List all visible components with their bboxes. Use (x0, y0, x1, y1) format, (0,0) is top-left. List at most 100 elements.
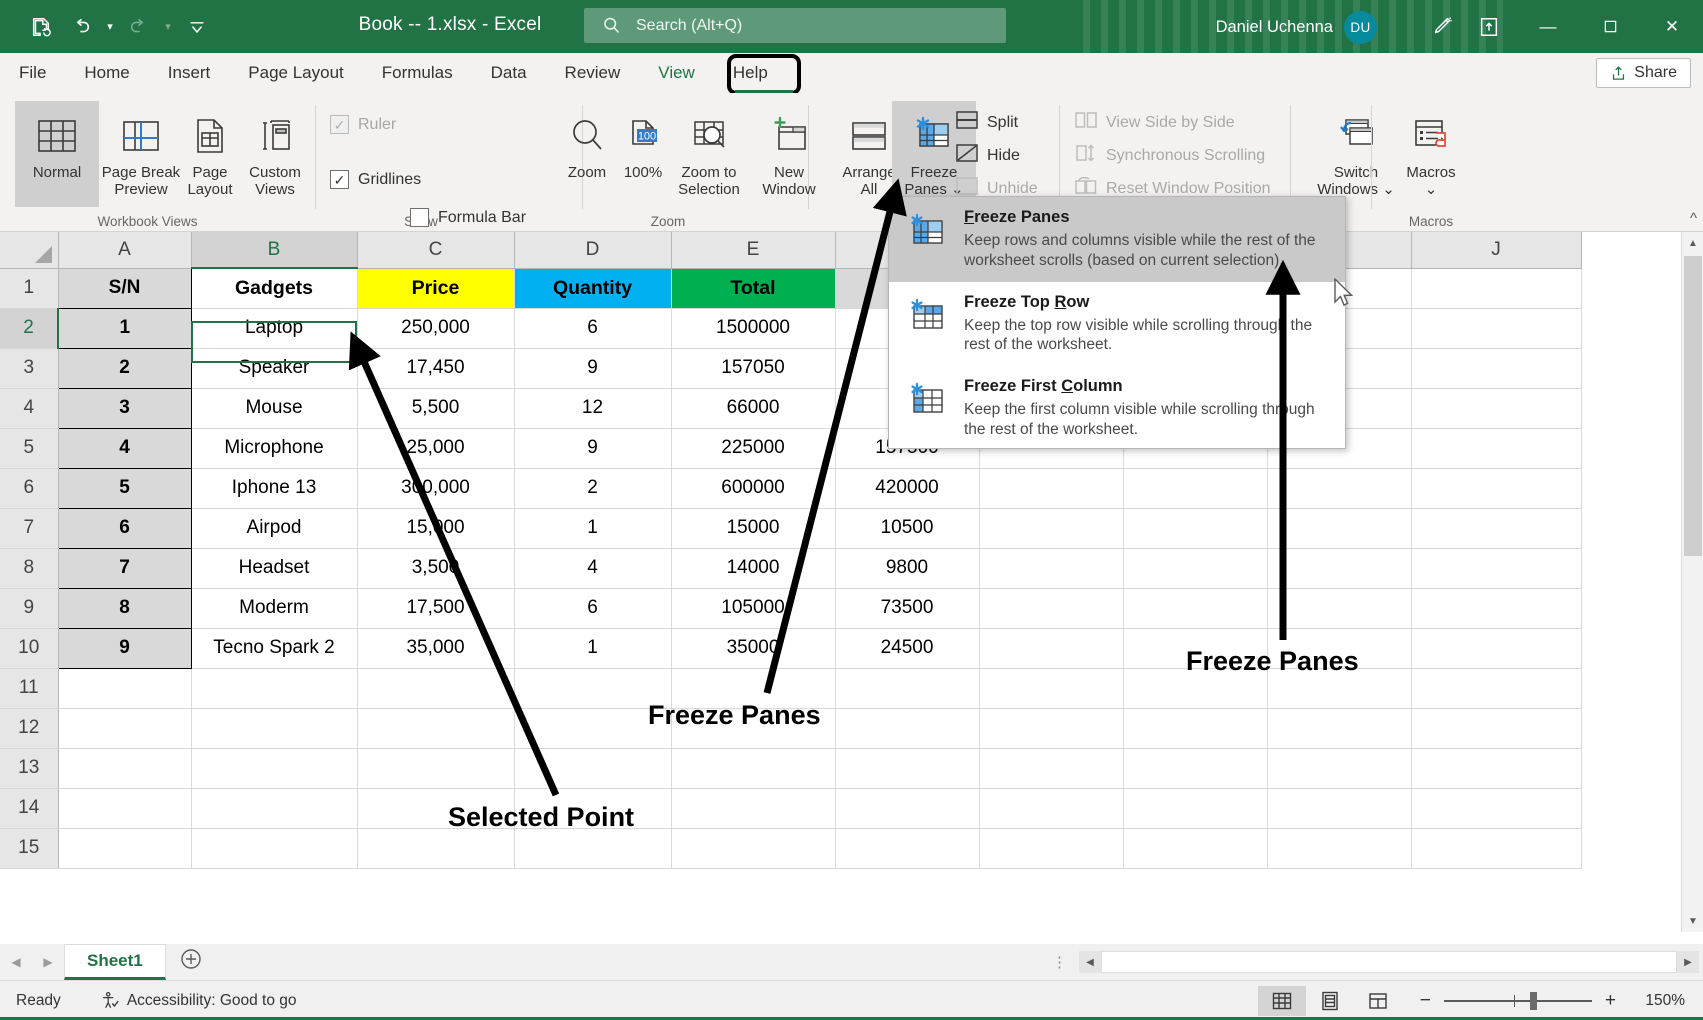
cell-h6[interactable] (1123, 468, 1267, 508)
row-header-7[interactable]: 7 (0, 508, 58, 548)
share-button[interactable]: Share (1596, 58, 1691, 88)
cell-c7[interactable]: 15,000 (357, 508, 514, 548)
cell-c2[interactable]: 250,000 (357, 308, 514, 348)
cell-f7[interactable]: 10500 (835, 508, 979, 548)
tab-review[interactable]: Review (546, 53, 640, 93)
cell-g7[interactable] (979, 508, 1123, 548)
row-header-15[interactable]: 15 (0, 828, 58, 868)
scroll-up-button[interactable]: ▲ (1682, 232, 1703, 254)
cell-j12[interactable] (1411, 708, 1581, 748)
cell-i8[interactable] (1267, 548, 1411, 588)
cell-b2[interactable]: Laptop (191, 308, 357, 348)
cell-a1[interactable]: S/N (58, 268, 191, 308)
cell-i15[interactable] (1267, 828, 1411, 868)
column-header-c[interactable]: C (357, 232, 514, 268)
cell-g13[interactable] (979, 748, 1123, 788)
sheet-tab-splitter[interactable]: ⋮ (1052, 953, 1069, 971)
cell-d8[interactable]: 4 (514, 548, 671, 588)
horizontal-scrollbar[interactable]: ◀ ▶ (1079, 951, 1699, 973)
cell-e3[interactable]: 157050 (671, 348, 835, 388)
cell-e5[interactable]: 225000 (671, 428, 835, 468)
undo-dropdown-icon[interactable]: ▾ (102, 20, 118, 33)
cell-d10[interactable]: 1 (514, 628, 671, 668)
menu-item-freeze-top-row[interactable]: Freeze Top Row Keep the top row visible … (889, 282, 1345, 367)
menu-item-freeze-panes[interactable]: Freeze Panes Keep rows and columns visib… (889, 197, 1345, 282)
cell-d5[interactable]: 9 (514, 428, 671, 468)
cell-j6[interactable] (1411, 468, 1581, 508)
cell-a2[interactable]: 1 (58, 308, 191, 348)
cell-h12[interactable] (1123, 708, 1267, 748)
row-header-5[interactable]: 5 (0, 428, 58, 468)
cell-c6[interactable]: 300,000 (357, 468, 514, 508)
next-sheet-icon[interactable]: ▶ (32, 955, 64, 969)
cell-e13[interactable] (671, 748, 835, 788)
cell-e14[interactable] (671, 788, 835, 828)
column-header-e[interactable]: E (671, 232, 835, 268)
cell-g9[interactable] (979, 588, 1123, 628)
cell-b14[interactable] (191, 788, 357, 828)
cell-b11[interactable] (191, 668, 357, 708)
cell-g11[interactable] (979, 668, 1123, 708)
cell-e2[interactable]: 1500000 (671, 308, 835, 348)
cell-b10[interactable]: Tecno Spark 2 (191, 628, 357, 668)
cell-d9[interactable]: 6 (514, 588, 671, 628)
scroll-down-button[interactable]: ▼ (1682, 910, 1703, 932)
cell-d2[interactable]: 6 (514, 308, 671, 348)
cell-e1[interactable]: Total (671, 268, 835, 308)
row-header-4[interactable]: 4 (0, 388, 58, 428)
cell-b9[interactable]: Moderm (191, 588, 357, 628)
cell-g12[interactable] (979, 708, 1123, 748)
cell-c5[interactable]: 25,000 (357, 428, 514, 468)
tab-insert[interactable]: Insert (149, 53, 230, 93)
row-header-11[interactable]: 11 (0, 668, 58, 708)
cell-b12[interactable] (191, 708, 357, 748)
zoom-slider[interactable] (1444, 1000, 1592, 1002)
maximize-button[interactable] (1579, 0, 1641, 53)
split-button[interactable]: Split (955, 109, 1018, 136)
cell-c4[interactable]: 5,500 (357, 388, 514, 428)
cell-a15[interactable] (58, 828, 191, 868)
formula-bar-checkbox-row[interactable]: Formula Bar (410, 208, 526, 227)
scroll-right-button[interactable]: ▶ (1677, 951, 1699, 973)
cell-i12[interactable] (1267, 708, 1411, 748)
cell-b15[interactable] (191, 828, 357, 868)
cell-e4[interactable]: 66000 (671, 388, 835, 428)
cell-j15[interactable] (1411, 828, 1581, 868)
page-break-view-button[interactable] (1354, 986, 1402, 1016)
macros-button[interactable]: Macros ⌄ (1389, 101, 1473, 207)
zoom-in-button[interactable]: + (1605, 990, 1616, 1012)
cell-j8[interactable] (1411, 548, 1581, 588)
cell-h7[interactable] (1123, 508, 1267, 548)
cell-h15[interactable] (1123, 828, 1267, 868)
cell-d4[interactable]: 12 (514, 388, 671, 428)
row-header-8[interactable]: 8 (0, 548, 58, 588)
cell-g14[interactable] (979, 788, 1123, 828)
cell-a9[interactable]: 8 (58, 588, 191, 628)
normal-view-button[interactable]: Normal (15, 101, 99, 207)
cell-a14[interactable] (58, 788, 191, 828)
cell-d6[interactable]: 2 (514, 468, 671, 508)
cell-b13[interactable] (191, 748, 357, 788)
cell-j11[interactable] (1411, 668, 1581, 708)
cell-b6[interactable]: Iphone 13 (191, 468, 357, 508)
column-header-d[interactable]: D (514, 232, 671, 268)
cell-e7[interactable]: 15000 (671, 508, 835, 548)
tab-help[interactable]: Help (714, 53, 787, 93)
cell-j2[interactable] (1411, 308, 1581, 348)
search-box[interactable]: Search (Alt+Q) (584, 8, 1006, 43)
tab-home[interactable]: Home (65, 53, 148, 93)
cell-b1[interactable]: Gadgets (191, 268, 357, 308)
cell-i7[interactable] (1267, 508, 1411, 548)
cell-b4[interactable]: Mouse (191, 388, 357, 428)
cell-c9[interactable]: 17,500 (357, 588, 514, 628)
cell-d15[interactable] (514, 828, 671, 868)
cell-e15[interactable] (671, 828, 835, 868)
formula-bar-checkbox[interactable] (410, 208, 429, 227)
cell-b7[interactable]: Airpod (191, 508, 357, 548)
cell-j10[interactable] (1411, 628, 1581, 668)
cell-c11[interactable] (357, 668, 514, 708)
cell-j9[interactable] (1411, 588, 1581, 628)
accessibility-status[interactable]: Accessibility: Good to go (99, 991, 297, 1011)
cell-h9[interactable] (1123, 588, 1267, 628)
row-header-10[interactable]: 10 (0, 628, 58, 668)
